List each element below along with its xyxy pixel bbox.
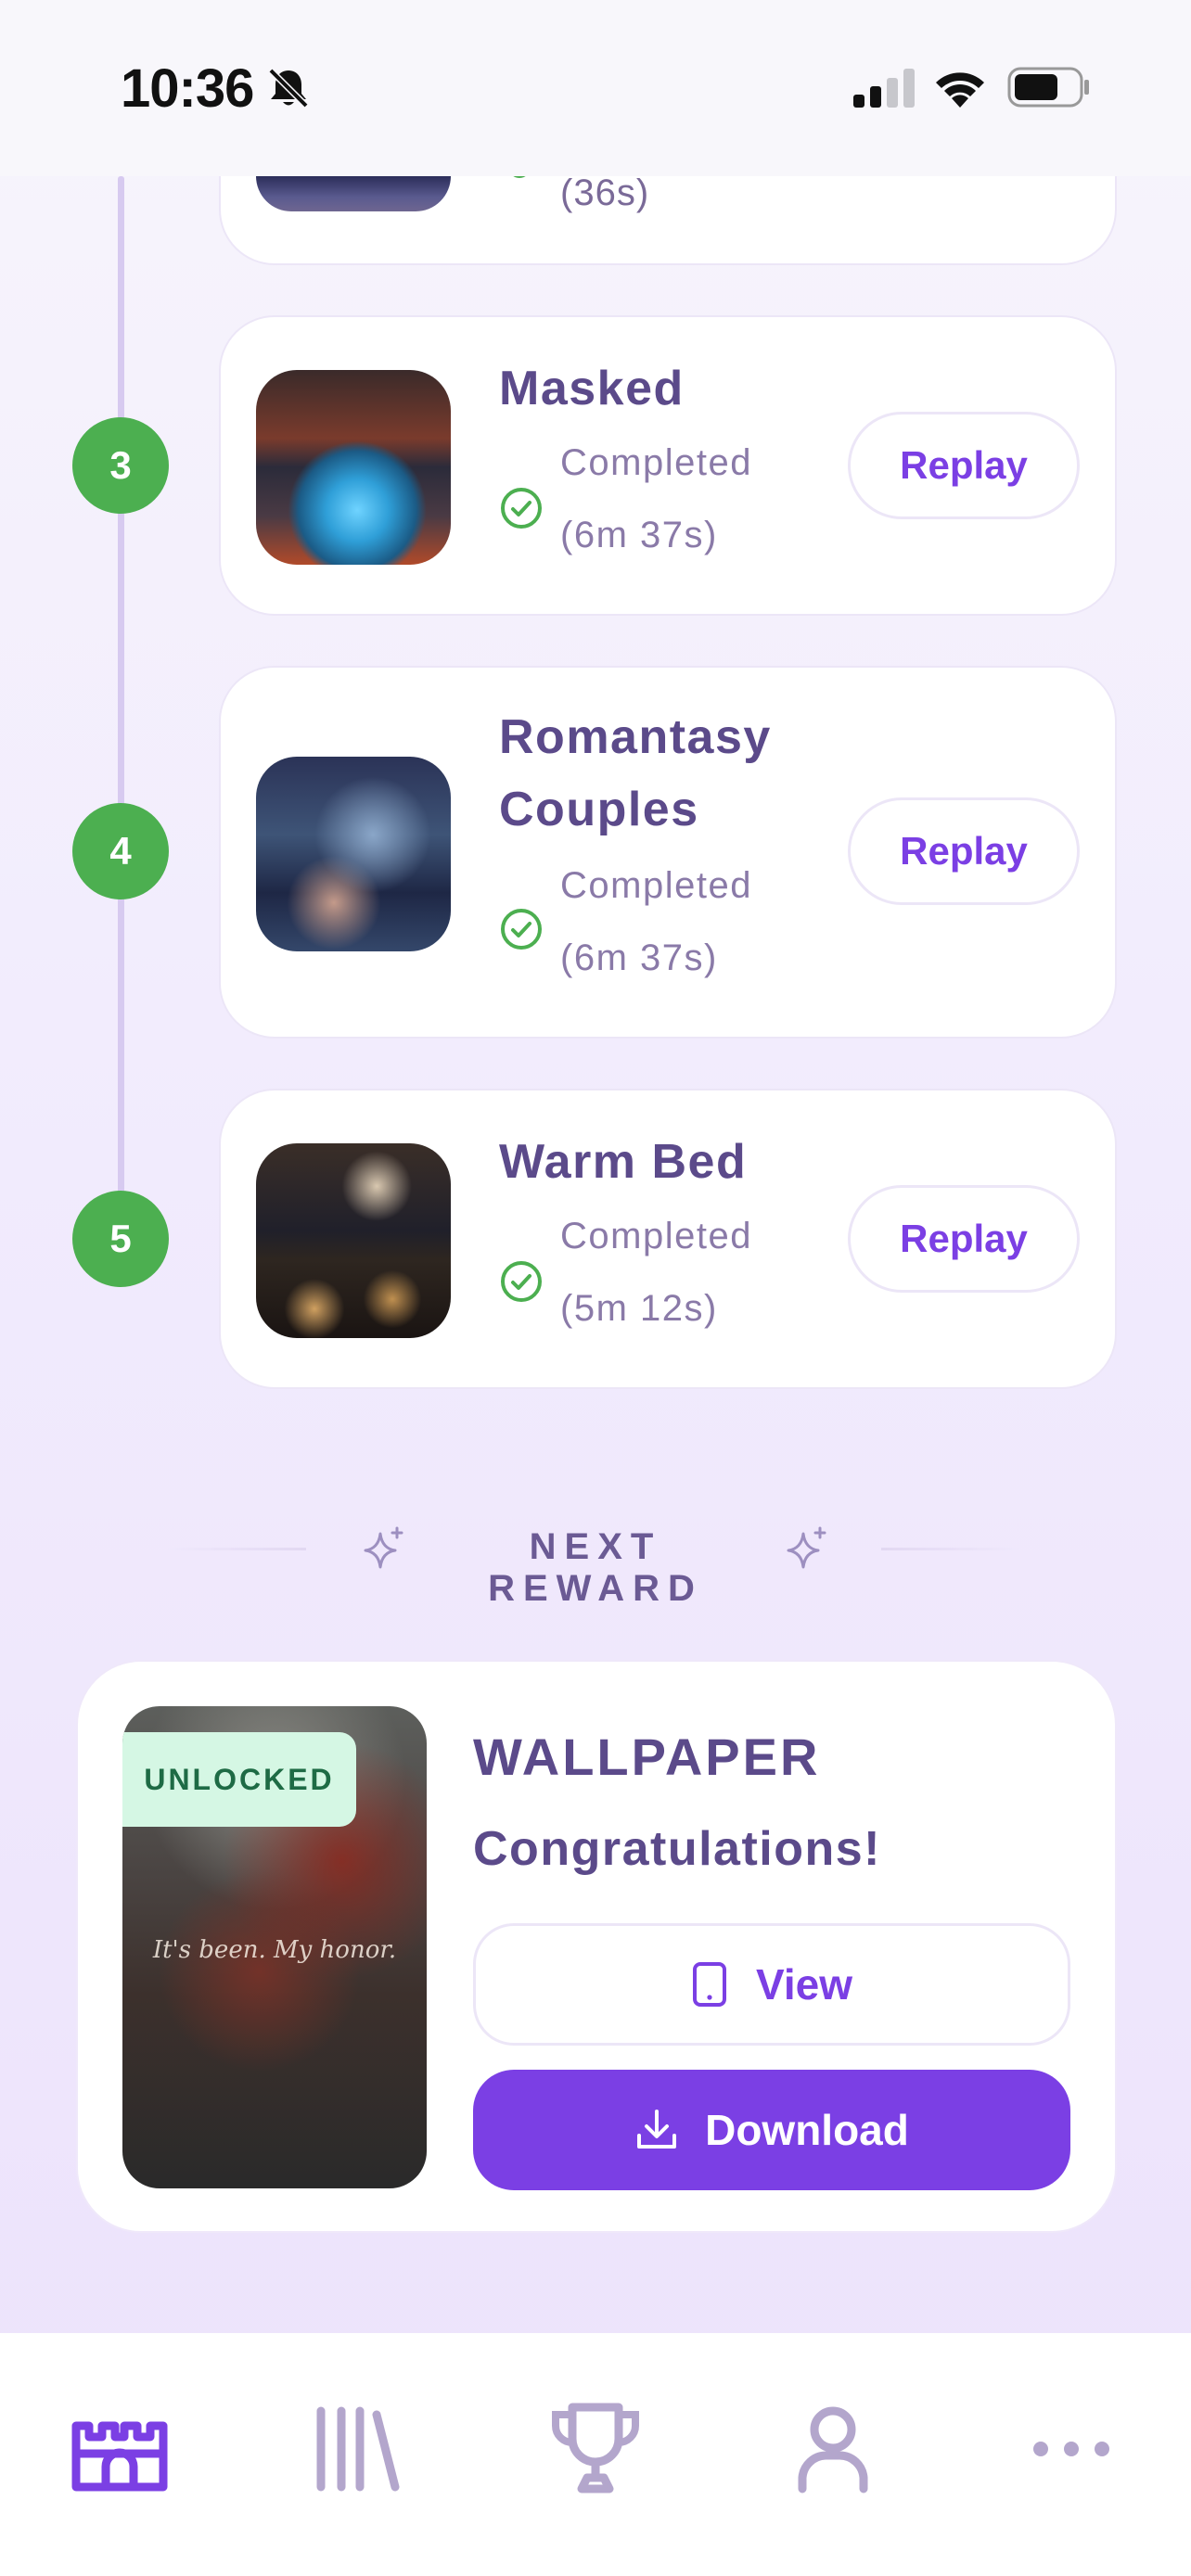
castle-icon[interactable] (69, 2398, 171, 2500)
level-title: Romantasy Couples (499, 710, 772, 836)
status-bar: 10:36 (0, 0, 1191, 176)
level-card-masked[interactable]: Masked Completed (6m 37s) Replay (219, 315, 1117, 616)
level-status: Completed (560, 865, 752, 906)
level-thumbnail (256, 370, 451, 565)
wifi-icon (936, 72, 984, 108)
level-duration: (36s) (560, 172, 650, 213)
replay-button[interactable]: Replay (848, 1185, 1080, 1293)
status-time: 10:36 (121, 58, 254, 119)
view-button-label: View (756, 1960, 852, 2009)
step-number: 3 (72, 417, 169, 514)
reward-type: WALLPAPER (473, 1728, 821, 1786)
library-icon[interactable] (306, 2398, 408, 2500)
sparkle-icon (364, 1526, 403, 1569)
level-duration: (5m 12s) (560, 1288, 718, 1329)
divider-line (167, 1548, 306, 1550)
cellular-signal-icon (853, 69, 915, 108)
level-card-warm-bed[interactable]: Warm Bed Completed (5m 12s) Replay (219, 1089, 1117, 1389)
timeline-line (118, 176, 124, 1243)
reward-message: Congratulations! (473, 1822, 881, 1876)
profile-icon[interactable] (782, 2398, 884, 2500)
wallpaper-caption: It's been. My honor. (152, 1936, 397, 1964)
download-button-label: Download (705, 2106, 909, 2154)
tab-bar (0, 2333, 1191, 2576)
replay-button[interactable]: Replay (848, 412, 1080, 519)
level-thumbnail (256, 757, 451, 951)
unlocked-badge: UNLOCKED (122, 1732, 356, 1827)
sparkle-icon (787, 1526, 826, 1569)
level-title: Masked (499, 362, 685, 415)
phone-icon (693, 1962, 726, 2007)
level-thumbnail (256, 1143, 451, 1338)
replay-button[interactable]: Replay (848, 797, 1080, 905)
check-circle-icon (501, 909, 542, 950)
level-duration: (6m 37s) (560, 515, 718, 555)
view-button[interactable]: View (473, 1923, 1070, 2046)
check-circle-icon (501, 1261, 542, 1302)
level-thumbnail (256, 176, 451, 211)
step-number: 4 (72, 803, 169, 899)
level-title: Warm Bed (499, 1135, 748, 1189)
level-duration: (6m 37s) (560, 937, 718, 978)
level-card-romantasy-couples[interactable]: Romantasy Couples Completed (6m 37s) Rep… (219, 666, 1117, 1039)
step-number: 5 (72, 1191, 169, 1287)
wallpaper-preview-image[interactable]: It's been. My honor. UNLOCKED (122, 1706, 427, 2188)
download-button[interactable]: Download (473, 2070, 1070, 2190)
next-reward-header: NEXT REWARD (0, 1521, 1191, 1609)
download-icon (637, 2110, 677, 2149)
divider-line (881, 1548, 1020, 1550)
battery-icon (1007, 67, 1089, 108)
next-reward-label: NEXT REWARD (488, 1526, 703, 1609)
bell-off-icon (268, 68, 309, 108)
trophy-icon[interactable] (544, 2398, 647, 2500)
check-circle-icon (501, 488, 542, 529)
level-status: Completed (560, 442, 752, 483)
more-icon[interactable] (1020, 2398, 1122, 2500)
level-status: Completed (560, 1216, 752, 1256)
reward-card: It's been. My honor. UNLOCKED WALLPAPER … (76, 1660, 1117, 2233)
